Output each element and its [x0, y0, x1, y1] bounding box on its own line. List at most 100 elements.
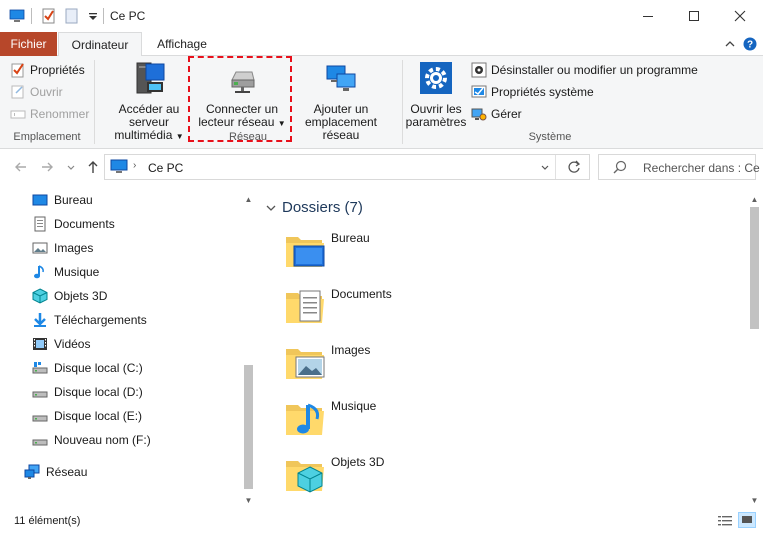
address-divider [555, 155, 556, 179]
system-properties-label: Propriétés système [491, 85, 594, 99]
folder-desktop[interactable]: Bureau [284, 229, 484, 279]
location-group-label: Emplacement [13, 131, 81, 143]
manage-icon [471, 106, 487, 122]
nav-item-label: Musique [54, 265, 100, 279]
desktop-icon [32, 192, 48, 208]
folder-label: Musique [331, 399, 377, 413]
nav-item-network[interactable]: Réseau [24, 461, 87, 483]
highlight-box [188, 56, 292, 142]
refresh-icon[interactable] [567, 160, 581, 177]
toolbar-divider [31, 8, 32, 24]
status-bar: 11 élément(s) [0, 509, 763, 534]
folder-label: Images [331, 343, 371, 357]
network-location-icon [286, 60, 396, 99]
forward-button[interactable] [38, 158, 56, 176]
music-folder-icon [286, 403, 324, 435]
nav-pane-scrollbar[interactable]: ▲ ▼ [240, 189, 257, 509]
folders-group-header[interactable]: Dossiers (7) [264, 199, 363, 216]
nav-item-label: Téléchargements [54, 313, 147, 327]
nav-item-documents[interactable]: Documents [32, 213, 115, 235]
customize-toolbar-icon[interactable] [85, 8, 101, 24]
manage-button[interactable]: Gérer [471, 104, 522, 124]
address-dropdown-icon[interactable] [540, 162, 550, 176]
nav-item-label: Objets 3D [54, 289, 108, 303]
nav-item-label: Réseau [46, 465, 88, 479]
open-button[interactable]: Ouvrir [10, 82, 63, 102]
nav-item-videos[interactable]: Vidéos [32, 333, 90, 355]
content-scrollbar[interactable]: ▲ ▼ [746, 189, 763, 509]
uninstall-program-button[interactable]: Désinstaller ou modifier un programme [471, 60, 698, 80]
computer-icon[interactable] [9, 8, 25, 24]
system-drive-icon [32, 360, 48, 376]
maximize-button[interactable] [671, 0, 717, 32]
ribbon: Propriétés Ouvrir Renommer Emplacement A… [0, 56, 763, 149]
scroll-down-icon[interactable]: ▼ [746, 492, 763, 509]
drive-icon [32, 408, 48, 424]
nav-item-music[interactable]: Musique [32, 261, 99, 283]
back-button[interactable] [12, 158, 30, 176]
nav-item-drive-c[interactable]: Disque local (C:) [32, 357, 143, 379]
open-settings-button[interactable]: Ouvrir les paramètres [405, 60, 467, 129]
scroll-up-icon[interactable]: ▲ [746, 191, 763, 208]
images-folder-icon [286, 349, 325, 379]
drive-icon [32, 384, 48, 400]
music-icon [32, 264, 48, 280]
window-title: Ce PC [110, 9, 146, 23]
nav-item-label: Vidéos [54, 337, 91, 351]
new-folder-icon[interactable] [64, 8, 80, 24]
tab-computer[interactable]: Ordinateur [58, 32, 142, 57]
system-properties-button[interactable]: Propriétés système [471, 82, 594, 102]
add-network-location-button[interactable]: Ajouter un emplacement réseau [286, 60, 396, 142]
close-button[interactable] [717, 0, 763, 32]
downloads-icon [32, 312, 48, 328]
nav-item-downloads[interactable]: Téléchargements [32, 309, 147, 331]
folder-images[interactable]: Images [284, 341, 484, 391]
uninstall-icon [471, 62, 487, 78]
documents-icon [32, 216, 48, 232]
objects-3d-folder-icon [286, 461, 324, 493]
properties-icon[interactable] [41, 8, 57, 24]
scroll-down-icon[interactable]: ▼ [240, 492, 257, 509]
nav-item-images[interactable]: Images [32, 237, 93, 259]
properties-button[interactable]: Propriétés [10, 60, 85, 80]
objects-3d-icon [32, 288, 48, 304]
nav-item-drive-d[interactable]: Disque local (D:) [32, 381, 143, 403]
minimize-button[interactable] [625, 0, 671, 32]
large-icons-view-icon[interactable] [738, 512, 756, 528]
folders-group-title: Dossiers (7) [282, 199, 363, 216]
nav-item-drive-e[interactable]: Disque local (E:) [32, 405, 142, 427]
tab-file[interactable]: Fichier [0, 32, 57, 56]
scroll-up-icon[interactable]: ▲ [240, 191, 257, 208]
nav-item-desktop[interactable]: Bureau [32, 189, 93, 211]
breadcrumb-chevron-icon[interactable]: › [133, 160, 136, 171]
folder-music[interactable]: Musique [284, 397, 484, 447]
address-path[interactable]: Ce PC [148, 161, 183, 175]
navigation-bar: › Ce PC Rechercher dans : Ce PC [0, 150, 763, 184]
folder-label: Objets 3D [331, 455, 385, 469]
search-box[interactable]: Rechercher dans : Ce PC [598, 154, 763, 180]
folder-label: Bureau [331, 231, 370, 245]
videos-icon [32, 336, 48, 352]
desktop-folder-icon [286, 237, 325, 267]
collapse-chevron-icon [266, 205, 276, 211]
folder-documents[interactable]: Documents [284, 285, 484, 335]
help-icon[interactable]: ? [743, 37, 757, 51]
nav-item-3d-objects[interactable]: Objets 3D [32, 285, 107, 307]
recent-locations-button[interactable] [62, 158, 80, 176]
address-bar[interactable]: › Ce PC [104, 154, 590, 180]
scroll-thumb[interactable] [750, 207, 759, 329]
open-label: Ouvrir [30, 85, 63, 99]
nav-item-label: Nouveau nom (F:) [54, 433, 151, 447]
rename-button[interactable]: Renommer [10, 104, 89, 124]
folder-3d-objects[interactable]: Objets 3D [284, 453, 484, 503]
collapse-ribbon-icon[interactable] [723, 37, 737, 51]
details-view-icon[interactable] [717, 514, 733, 531]
scroll-thumb[interactable] [244, 365, 253, 489]
nav-item-label: Disque local (C:) [54, 361, 143, 375]
tab-view[interactable]: Affichage [146, 32, 218, 56]
manage-label: Gérer [491, 107, 522, 121]
search-input[interactable]: Rechercher dans : Ce PC [643, 161, 763, 175]
up-button[interactable] [84, 158, 102, 176]
title-divider [103, 8, 104, 24]
nav-item-drive-f[interactable]: Nouveau nom (F:) [32, 429, 151, 451]
